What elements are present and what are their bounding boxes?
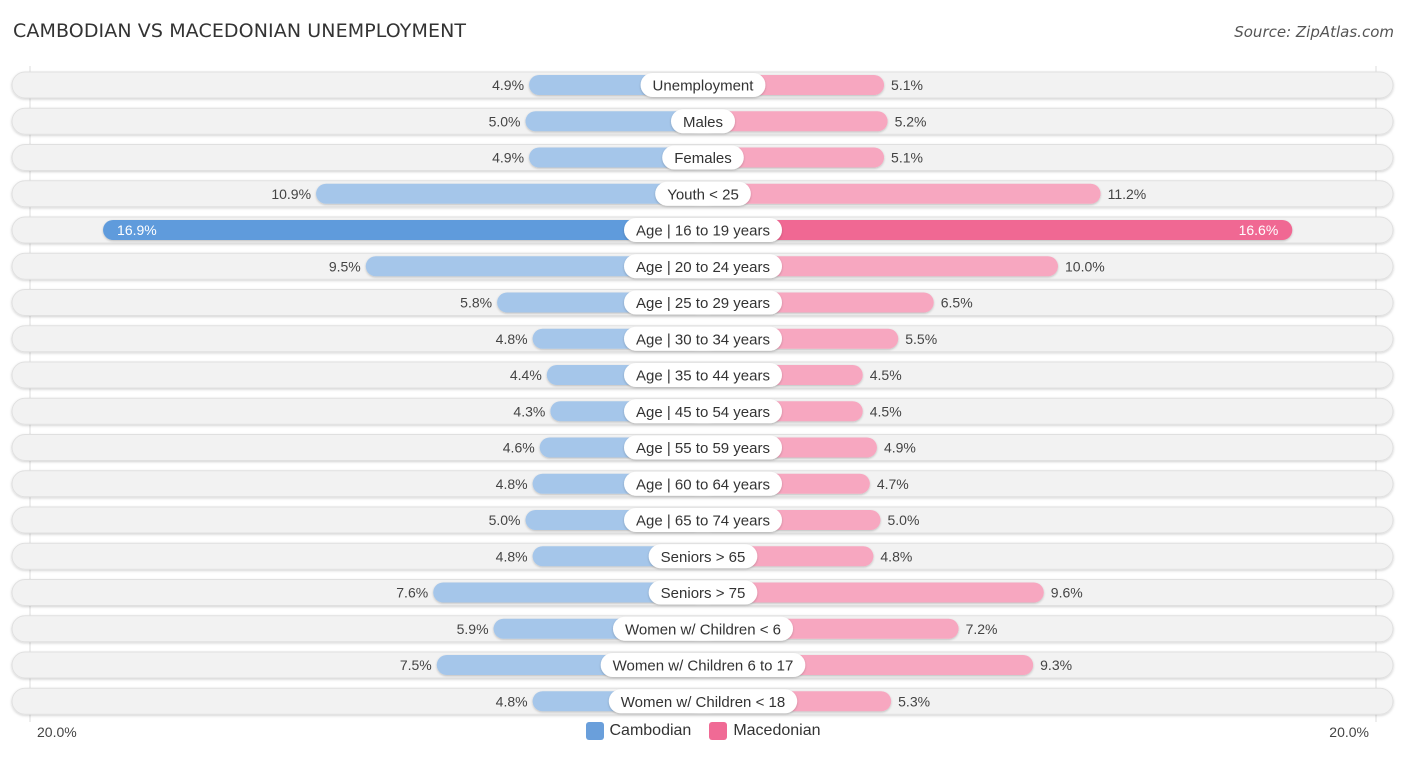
bar-cambodian[interactable] — [316, 183, 703, 204]
bar-row-age-25-to-29-years: 5.8% 6.5% Age | 25 to 29 years — [11, 289, 1394, 316]
bar-macedonian[interactable] — [703, 183, 1101, 204]
value-label-macedonian: 11.2% — [1108, 186, 1147, 202]
value-label-cambodian: 5.0% — [489, 113, 521, 129]
value-label-macedonian: 5.3% — [898, 693, 930, 709]
bar-row-women-w-children-6: 5.9% 7.2% Women w/ Children < 6 — [11, 615, 1394, 643]
category-label: Women w/ Children < 18 — [621, 694, 785, 711]
bar-row-males: 5.0% 5.2% Males — [11, 107, 1394, 135]
value-label-macedonian: 10.0% — [1065, 258, 1105, 274]
bar-row-age-65-to-74-years: 5.0% 5.0% Age | 65 to 74 years — [11, 506, 1394, 534]
legend: Cambodian Macedonian — [0, 722, 1406, 740]
category-label: Males — [683, 114, 723, 131]
legend-label-macedonian: Macedonian — [733, 722, 821, 739]
value-label-macedonian: 5.2% — [895, 113, 927, 129]
bar-row-seniors-65: 4.8% 4.8% Seniors > 65 — [11, 542, 1394, 570]
value-label-cambodian: 5.8% — [460, 295, 492, 311]
value-label-cambodian: 4.4% — [510, 367, 542, 383]
category-label: Age | 45 to 54 years — [636, 404, 770, 421]
legend-label-cambodian: Cambodian — [609, 722, 692, 739]
value-label-cambodian: 7.5% — [400, 657, 432, 673]
value-label-macedonian: 4.5% — [870, 367, 902, 383]
bar-row-age-30-to-34-years: 4.8% 5.5% Age | 30 to 34 years — [11, 325, 1394, 353]
bar-row-age-45-to-54-years: 4.3% 4.5% Age | 45 to 54 years — [11, 397, 1394, 425]
bar-row-age-60-to-64-years: 4.8% 4.7% Age | 60 to 64 years — [11, 470, 1394, 498]
bar-row-seniors-75: 7.6% 9.6% Seniors > 75 — [11, 579, 1394, 606]
bar-row-females: 4.9% 5.1% Females — [11, 144, 1394, 171]
category-label: Age | 20 to 24 years — [636, 259, 770, 276]
value-label-macedonian: 5.1% — [891, 77, 923, 93]
value-label-cambodian: 10.9% — [271, 186, 311, 202]
category-label: Females — [674, 150, 732, 167]
category-label: Youth < 25 — [667, 186, 739, 203]
value-label-macedonian: 4.9% — [884, 440, 916, 456]
category-label: Seniors > 65 — [661, 549, 746, 566]
value-label-cambodian: 4.8% — [496, 476, 528, 492]
legend-item-cambodian[interactable]: Cambodian — [585, 722, 692, 740]
value-label-macedonian: 5.0% — [888, 512, 920, 528]
value-label-cambodian: 4.8% — [496, 693, 528, 709]
value-label-cambodian: 4.9% — [492, 150, 524, 166]
bar-row-age-35-to-44-years: 4.4% 4.5% Age | 35 to 44 years — [11, 361, 1394, 389]
value-label-cambodian: 16.9% — [117, 222, 157, 238]
value-label-cambodian: 5.0% — [489, 512, 521, 528]
category-label: Women w/ Children 6 to 17 — [613, 658, 794, 675]
chart-svg: 4.9% 5.1% Unemployment 5.0% 5.2% Males 4.9% 5.1… — [11, 66, 1394, 722]
value-label-macedonian: 4.5% — [870, 403, 902, 419]
bar-macedonian[interactable] — [703, 220, 1293, 240]
value-label-cambodian: 5.9% — [457, 621, 489, 637]
category-label: Age | 60 to 64 years — [636, 476, 770, 493]
value-label-macedonian: 5.5% — [905, 331, 937, 347]
value-label-macedonian: 4.7% — [877, 476, 909, 492]
value-label-macedonian: 7.2% — [966, 621, 998, 637]
value-label-macedonian: 16.6% — [1239, 222, 1279, 238]
category-label: Age | 30 to 34 years — [636, 331, 770, 348]
category-label: Age | 35 to 44 years — [636, 368, 770, 385]
category-label: Age | 65 to 74 years — [636, 513, 770, 530]
value-label-cambodian: 9.5% — [329, 258, 361, 274]
bar-row-age-20-to-24-years: 9.5% 10.0% Age | 20 to 24 years — [11, 252, 1394, 280]
category-label: Women w/ Children < 6 — [625, 621, 781, 638]
value-label-cambodian: 7.6% — [396, 585, 428, 601]
category-label: Age | 16 to 19 years — [636, 223, 770, 240]
value-label-macedonian: 9.6% — [1051, 585, 1083, 601]
value-label-cambodian: 4.6% — [503, 440, 535, 456]
value-label-cambodian: 4.8% — [496, 548, 528, 564]
bar-row-age-16-to-19-years: 16.9% 16.6% Age | 16 to 19 years — [11, 216, 1394, 244]
bar-row-women-w-children-6-to-17: 7.5% 9.3% Women w/ Children 6 to 17 — [11, 651, 1394, 679]
legend-swatch-macedonian — [709, 722, 728, 740]
value-label-macedonian: 6.5% — [941, 295, 973, 311]
legend-swatch-cambodian — [585, 722, 604, 740]
bar-row-women-w-children-18: 4.8% 5.3% Women w/ Children < 18 — [11, 687, 1394, 715]
value-label-macedonian: 4.8% — [880, 548, 912, 564]
bar-row-youth-25: 10.9% 11.2% Youth < 25 — [11, 180, 1394, 208]
value-label-cambodian: 4.3% — [513, 403, 545, 419]
value-label-cambodian: 4.9% — [492, 77, 524, 93]
bar-cambodian[interactable] — [103, 220, 704, 240]
bar-row-age-55-to-59-years: 4.6% 4.9% Age | 55 to 59 years — [11, 434, 1394, 461]
category-label: Age | 55 to 59 years — [636, 440, 770, 457]
value-label-macedonian: 9.3% — [1040, 657, 1072, 673]
category-label: Unemployment — [653, 78, 755, 95]
value-label-cambodian: 4.8% — [496, 331, 528, 347]
category-label: Seniors > 75 — [661, 585, 746, 602]
value-label-macedonian: 5.1% — [891, 150, 923, 166]
category-label: Age | 25 to 29 years — [636, 295, 770, 312]
legend-item-macedonian[interactable]: Macedonian — [709, 722, 821, 740]
bar-row-unemployment: 4.9% 5.1% Unemployment — [11, 71, 1394, 99]
